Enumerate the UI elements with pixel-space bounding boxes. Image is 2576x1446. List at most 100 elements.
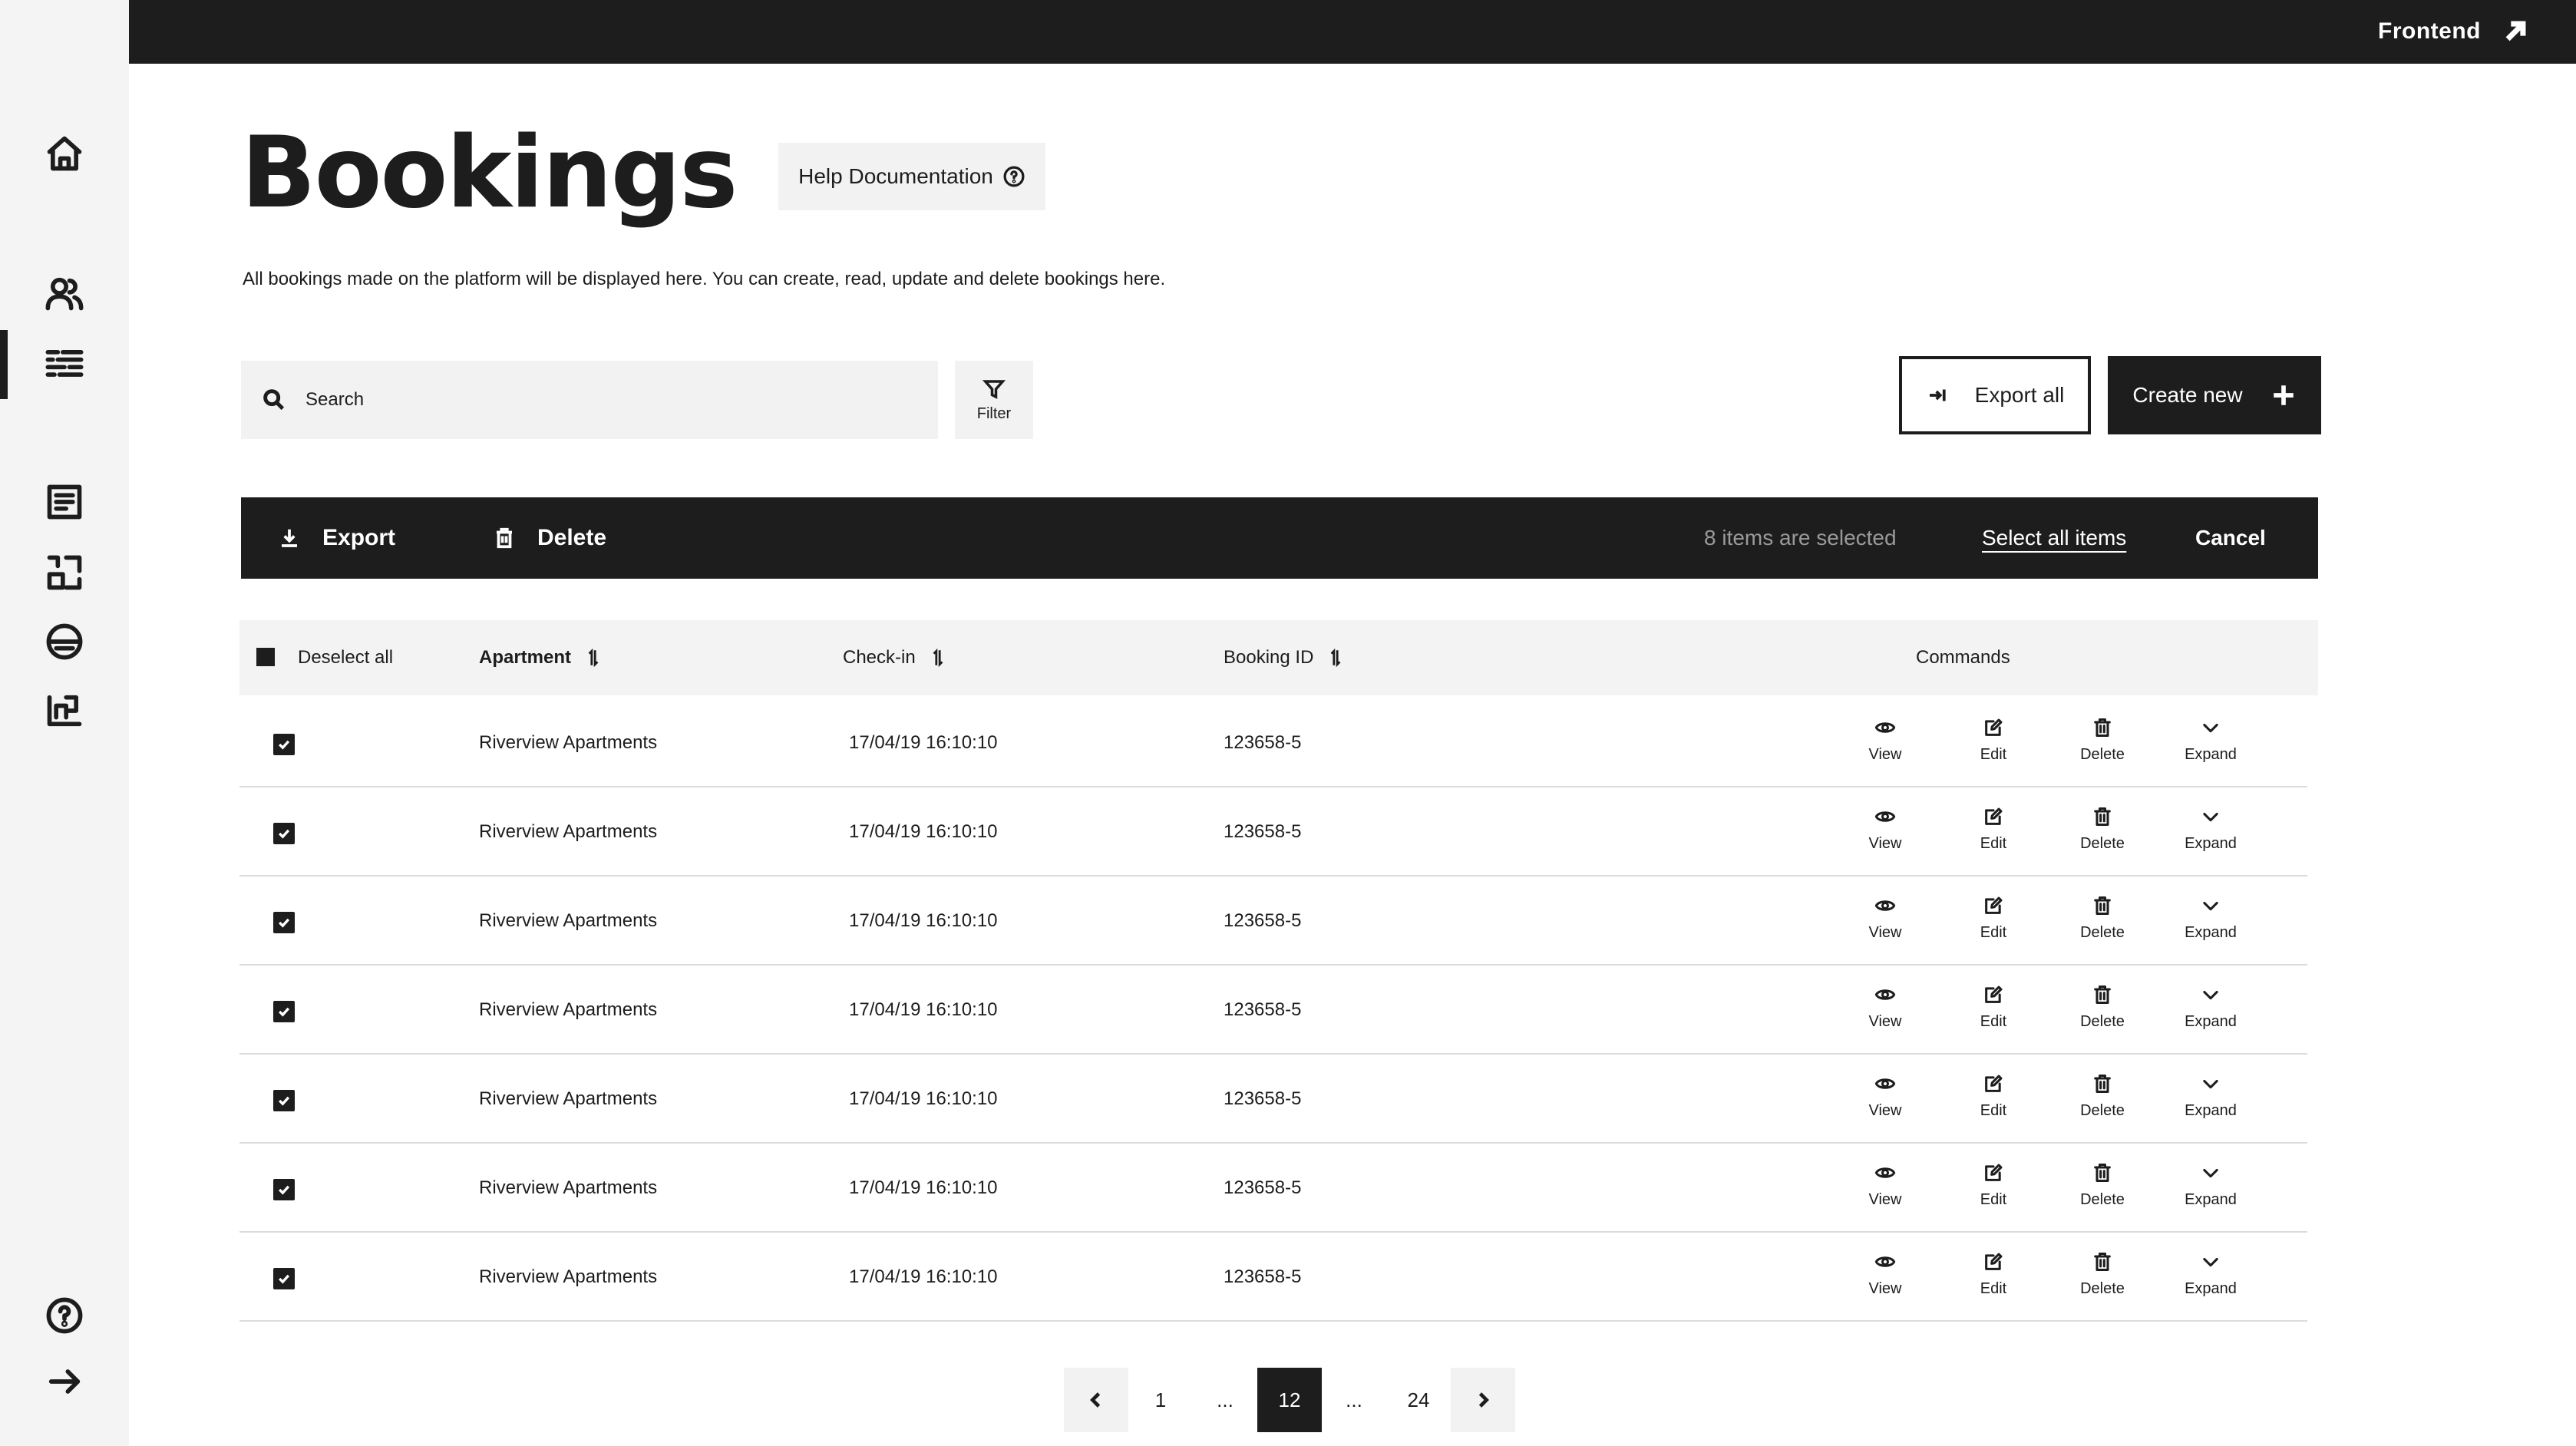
sidebar-active-indicator (0, 330, 8, 399)
row-checkbox[interactable] (273, 912, 295, 933)
delete-command-button[interactable]: Delete (2060, 806, 2145, 853)
cell-booking-id: 123658-5 (1224, 1088, 1302, 1109)
cancel-selection-button[interactable]: Cancel (2195, 497, 2266, 579)
create-new-button[interactable]: Create new (2108, 356, 2321, 434)
delete-command-label: Delete (2080, 1191, 2125, 1208)
view-command-label: View (1868, 746, 1902, 763)
chevron-right-icon (1478, 1392, 1489, 1408)
frontend-link[interactable]: Frontend (2378, 12, 2528, 51)
compass-icon[interactable] (38, 616, 91, 668)
cell-checkin: 17/04/19 16:10:10 (849, 821, 998, 842)
row-checkbox[interactable] (273, 1001, 295, 1022)
expand-command-button[interactable]: Expand (2168, 1073, 2253, 1120)
expand-command-button[interactable]: Expand (2168, 984, 2253, 1031)
page-title: Bookings (241, 116, 738, 230)
eye-icon (1874, 722, 1896, 733)
selection-export-button[interactable]: Export (278, 497, 395, 579)
expand-command-button[interactable]: Expand (2168, 717, 2253, 764)
column-apartment[interactable]: Apartment (479, 620, 602, 695)
edit-command-button[interactable]: Edit (1951, 895, 2036, 942)
row-checkbox[interactable] (273, 823, 295, 844)
selection-bar: Export Delete 8 items are selected Selec… (241, 497, 2318, 579)
selection-delete-button[interactable]: Delete (493, 497, 606, 579)
delete-command-button[interactable]: Delete (2060, 984, 2145, 1031)
frontend-label: Frontend (2378, 18, 2481, 44)
pagination-page-current[interactable]: 12 (1257, 1368, 1322, 1432)
search-icon (263, 389, 285, 411)
dashboard-icon[interactable] (38, 546, 91, 599)
column-booking-id[interactable]: Booking ID (1224, 620, 1344, 695)
table-row: Riverview Apartments 17/04/19 16:10:10 123… (239, 966, 2307, 1055)
column-checkin[interactable]: Check-in (843, 620, 946, 695)
view-command-button[interactable]: View (1843, 1251, 1927, 1298)
cell-apartment: Riverview Apartments (479, 910, 658, 931)
check-icon (278, 1274, 290, 1284)
filter-button[interactable]: Filter (955, 361, 1033, 439)
edit-command-button[interactable]: Edit (1951, 1251, 2036, 1298)
edit-command-button[interactable]: Edit (1951, 806, 2036, 853)
delete-command-button[interactable]: Delete (2060, 1073, 2145, 1120)
expand-command-button[interactable]: Expand (2168, 806, 2253, 853)
select-all-items-link[interactable]: Select all items (1982, 497, 2126, 579)
cell-apartment: Riverview Apartments (479, 732, 658, 753)
row-checkbox[interactable] (273, 1268, 295, 1289)
delete-command-button[interactable]: Delete (2060, 1162, 2145, 1209)
row-checkbox[interactable] (273, 734, 295, 755)
pagination-prev-button[interactable] (1064, 1368, 1128, 1432)
sort-icon (933, 648, 943, 668)
expand-command-button[interactable]: Expand (2168, 1162, 2253, 1209)
view-command-button[interactable]: View (1843, 984, 1927, 1031)
help-icon[interactable] (38, 1289, 91, 1342)
expand-command-label: Expand (2185, 924, 2237, 941)
users-icon[interactable] (38, 267, 91, 319)
row-checkbox[interactable] (273, 1090, 295, 1111)
view-command-label: View (1868, 1102, 1902, 1119)
chevron-down-icon (2203, 990, 2218, 1000)
edit-command-label: Edit (1980, 746, 2007, 763)
check-icon (278, 829, 290, 839)
cell-checkin: 17/04/19 16:10:10 (849, 910, 998, 931)
edit-command-button[interactable]: Edit (1951, 1162, 2036, 1209)
sort-icon (1330, 648, 1341, 668)
view-command-button[interactable]: View (1843, 806, 1927, 853)
delete-command-button[interactable]: Delete (2060, 717, 2145, 764)
view-command-button[interactable]: View (1843, 1162, 1927, 1209)
delete-command-button[interactable]: Delete (2060, 1251, 2145, 1298)
pagination-page-first[interactable]: 1 (1128, 1368, 1193, 1432)
edit-command-button[interactable]: Edit (1951, 984, 2036, 1031)
deselect-all-label[interactable]: Deselect all (298, 620, 393, 695)
pagination-next-button[interactable] (1451, 1368, 1515, 1432)
page-description: All bookings made on the platform will b… (243, 269, 1166, 289)
help-documentation-button[interactable]: Help Documentation (778, 143, 1045, 210)
filter-label: Filter (976, 404, 1012, 422)
document-icon[interactable] (38, 476, 91, 528)
top-bar: Frontend (129, 0, 2576, 64)
view-command-button[interactable]: View (1843, 717, 1927, 764)
sort-icon (588, 648, 599, 668)
trash-icon (2094, 1163, 2111, 1183)
edit-icon (1985, 985, 2003, 1003)
view-command-button[interactable]: View (1843, 895, 1927, 942)
home-icon[interactable] (38, 127, 91, 180)
deselect-all-checkbox[interactable] (256, 648, 275, 666)
arrow-right-icon[interactable] (38, 1355, 91, 1408)
edit-command-label: Edit (1980, 1191, 2007, 1208)
expand-command-button[interactable]: Expand (2168, 895, 2253, 942)
table-row: Riverview Apartments 17/04/19 16:10:10 123… (239, 1233, 2307, 1322)
view-command-button[interactable]: View (1843, 1073, 1927, 1120)
row-checkbox[interactable] (273, 1179, 295, 1200)
table-row: Riverview Apartments 17/04/19 16:10:10 123… (239, 787, 2307, 877)
export-all-button[interactable]: Export all (1899, 356, 2091, 434)
chart-icon[interactable] (38, 685, 91, 737)
edit-command-label: Edit (1980, 1013, 2007, 1030)
edit-command-button[interactable]: Edit (1951, 1073, 2036, 1120)
chevron-down-icon (2203, 1168, 2218, 1178)
delete-command-label: Delete (2080, 1102, 2125, 1119)
bookings-list-icon[interactable] (38, 338, 91, 390)
delete-command-button[interactable]: Delete (2060, 895, 2145, 942)
expand-command-button[interactable]: Expand (2168, 1251, 2253, 1298)
pagination-page-last[interactable]: 24 (1386, 1368, 1451, 1432)
edit-command-button[interactable]: Edit (1951, 717, 2036, 764)
search-input[interactable] (305, 389, 843, 411)
view-command-label: View (1868, 835, 1902, 852)
